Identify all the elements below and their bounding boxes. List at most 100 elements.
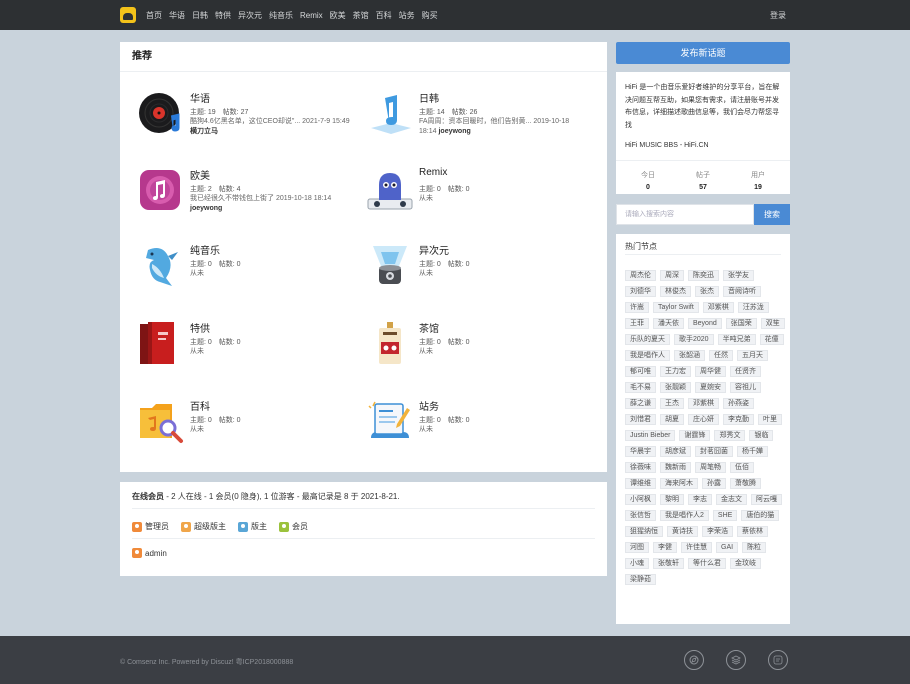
forum-item[interactable]: 特供 主题: 0 帖数: 0 从未 <box>138 320 358 380</box>
hot-node-tag[interactable]: 夏婉安 <box>695 382 726 393</box>
hot-node-tag[interactable]: SHE <box>712 510 738 521</box>
hot-node-tag[interactable]: 张韶涵 <box>674 350 705 361</box>
last-post-user[interactable]: joeywong <box>438 128 470 135</box>
nav-item-western[interactable]: 欧美 <box>330 10 346 21</box>
hot-node-tag[interactable]: 魏新雨 <box>660 462 691 473</box>
hot-node-tag[interactable]: 许佳慧 <box>681 542 712 553</box>
search-button[interactable]: 搜索 <box>754 204 790 225</box>
nav-item-instrumental[interactable]: 纯音乐 <box>269 10 293 21</box>
forum-name[interactable]: 百科 <box>190 398 210 413</box>
hot-node-tag[interactable]: 伍佰 <box>730 462 754 473</box>
hot-node-tag[interactable]: 叶里 <box>758 414 782 425</box>
nav-item-chinese[interactable]: 华语 <box>169 10 185 21</box>
hot-node-tag[interactable]: Taylor Swift <box>653 302 699 313</box>
hot-node-tag[interactable]: 我是唱作人 <box>625 350 670 361</box>
last-post-user[interactable]: joeywong <box>190 205 222 212</box>
nav-item-special[interactable]: 特供 <box>215 10 231 21</box>
forum-name[interactable]: 纯音乐 <box>190 242 220 257</box>
hot-node-tag[interactable]: 金玟岐 <box>730 558 761 569</box>
forum-last-post[interactable]: FA周周：资本回暖时，他们告别黄... 2019-10-18 18:14 joe… <box>419 117 579 137</box>
forum-item[interactable]: 日韩 主题: 14 帖数: 26 FA周周：资本回暖时，他们告别黄... 201… <box>367 90 587 150</box>
hot-node-tag[interactable]: 李志 <box>688 494 712 505</box>
hot-node-tag[interactable]: 音阙诗听 <box>723 286 761 297</box>
forum-item[interactable]: 欧美 主题: 2 帖数: 4 我已经很久不带钱包上街了 2019-10-18 1… <box>138 167 358 227</box>
message-icon[interactable] <box>768 650 788 670</box>
nav-item-jpkr[interactable]: 日韩 <box>192 10 208 21</box>
hot-node-tag[interactable]: 陈粒 <box>742 542 767 553</box>
hot-node-tag[interactable]: 狙猩纳恒 <box>625 526 663 537</box>
hot-node-tag[interactable]: 乐队的夏天 <box>625 334 670 345</box>
hot-node-tag[interactable]: 封茗囧菌 <box>695 446 733 457</box>
hot-node-tag[interactable]: 我是唱作人2 <box>660 510 709 521</box>
hot-node-tag[interactable]: 毛不易 <box>625 382 656 393</box>
hot-node-tag[interactable]: 刘惜君 <box>625 414 656 425</box>
nav-item-home[interactable]: 首页 <box>146 10 162 21</box>
hot-node-tag[interactable]: 孙露 <box>702 478 726 489</box>
online-member-admin[interactable]: admin <box>132 548 167 558</box>
hot-node-tag[interactable]: 等什么君 <box>688 558 726 569</box>
hot-node-tag[interactable]: 郁可唯 <box>625 366 656 377</box>
forum-last-post[interactable]: 酷狗4.6亿黑名单，这位CEO却说"... 2021-7-9 15:49横刀立马 <box>190 117 350 137</box>
hot-node-tag[interactable]: 薛之谦 <box>625 398 656 409</box>
last-post-user[interactable]: 横刀立马 <box>190 128 218 135</box>
forum-item[interactable]: Remix 主题: 0 帖数: 0 从未 <box>367 167 587 227</box>
hot-node-tag[interactable]: 张杰 <box>695 286 719 297</box>
hot-node-tag[interactable]: 庄心妍 <box>688 414 719 425</box>
hot-node-tag[interactable]: 梁静茹 <box>625 574 656 585</box>
hot-node-tag[interactable]: 阿云嘎 <box>751 494 782 505</box>
discover-icon[interactable] <box>684 650 704 670</box>
site-logo[interactable] <box>120 7 136 23</box>
hot-node-tag[interactable]: 华晨宇 <box>625 446 656 457</box>
hot-node-tag[interactable]: 唐伯的猫 <box>741 510 780 521</box>
new-topic-button[interactable]: 发布新话题 <box>616 42 790 64</box>
nav-item-site-affairs[interactable]: 站务 <box>399 10 415 21</box>
hot-node-tag[interactable]: 胡彦斌 <box>660 446 691 457</box>
hot-node-tag[interactable]: 任贤齐 <box>730 366 761 377</box>
hot-node-tag[interactable]: 任然 <box>709 350 733 361</box>
forum-item[interactable]: 纯音乐 主题: 0 帖数: 0 从未 <box>138 242 358 302</box>
online-label[interactable]: 在线会员 <box>132 492 164 501</box>
hot-node-tag[interactable]: 蔡依林 <box>737 526 768 537</box>
hot-node-tag[interactable]: 谢霆锋 <box>679 430 711 441</box>
hot-node-tag[interactable]: 郑秀文 <box>714 430 746 441</box>
hot-node-tag[interactable]: 周笔畅 <box>695 462 726 473</box>
forum-item[interactable]: 华语 主题: 19 帖数: 27 酷狗4.6亿黑名单，这位CEO却说"... 2… <box>138 90 358 150</box>
forum-name[interactable]: 日韩 <box>419 90 439 105</box>
hot-node-tag[interactable]: 张敬轩 <box>653 558 684 569</box>
hot-node-tag[interactable]: 容祖儿 <box>730 382 761 393</box>
forum-last-post[interactable]: 我已经很久不带钱包上街了 2019-10-18 18:14 joeywong <box>190 194 350 214</box>
forum-name[interactable]: Remix <box>419 167 447 178</box>
hot-node-tag[interactable]: 刘德华 <box>625 286 656 297</box>
nav-item-anime[interactable]: 异次元 <box>238 10 262 21</box>
hot-node-tag[interactable]: 周杰伦 <box>625 270 656 281</box>
hot-node-tag[interactable]: 许嵩 <box>625 302 649 313</box>
hot-node-tag[interactable]: 歌手2020 <box>674 334 714 345</box>
hot-node-tag[interactable]: 王力宏 <box>660 366 691 377</box>
hot-node-tag[interactable]: Beyond <box>688 318 722 329</box>
hot-node-tag[interactable]: 汪苏泷 <box>737 302 769 313</box>
nav-item-wiki[interactable]: 百科 <box>376 10 392 21</box>
hot-node-tag[interactable]: 陈奕迅 <box>688 270 719 281</box>
forum-item[interactable]: 茶馆 主题: 0 帖数: 0 从未 <box>367 320 587 380</box>
login-link[interactable]: 登录 <box>770 10 786 21</box>
hot-node-tag[interactable]: 小魂 <box>625 558 649 569</box>
hot-node-tag[interactable]: 五月天 <box>737 350 768 361</box>
hot-node-tag[interactable]: 张靓颖 <box>660 382 691 393</box>
hot-node-tag[interactable]: 潘天依 <box>653 318 684 329</box>
hot-node-tag[interactable]: 海来阿木 <box>660 478 698 489</box>
forum-name[interactable]: 站务 <box>419 398 439 413</box>
hot-node-tag[interactable]: 萧敬腾 <box>730 478 761 489</box>
hot-node-tag[interactable]: 黎明 <box>660 494 684 505</box>
hot-node-tag[interactable]: 邓紫棋 <box>702 302 734 313</box>
hot-node-tag[interactable]: 张国荣 <box>725 318 757 329</box>
forum-name[interactable]: 异次元 <box>419 242 449 257</box>
layers-icon[interactable] <box>726 650 746 670</box>
hot-node-tag[interactable]: 花僮 <box>759 334 784 345</box>
nav-item-buy[interactable]: 购买 <box>422 10 438 21</box>
hot-node-tag[interactable]: 王菲 <box>625 318 649 329</box>
hot-node-tag[interactable]: 胡夏 <box>660 414 684 425</box>
hot-node-tag[interactable]: 周深 <box>660 270 684 281</box>
forum-name[interactable]: 欧美 <box>190 167 210 182</box>
hot-node-tag[interactable]: 孙燕姿 <box>723 398 754 409</box>
hot-node-tag[interactable]: 张学友 <box>723 270 754 281</box>
